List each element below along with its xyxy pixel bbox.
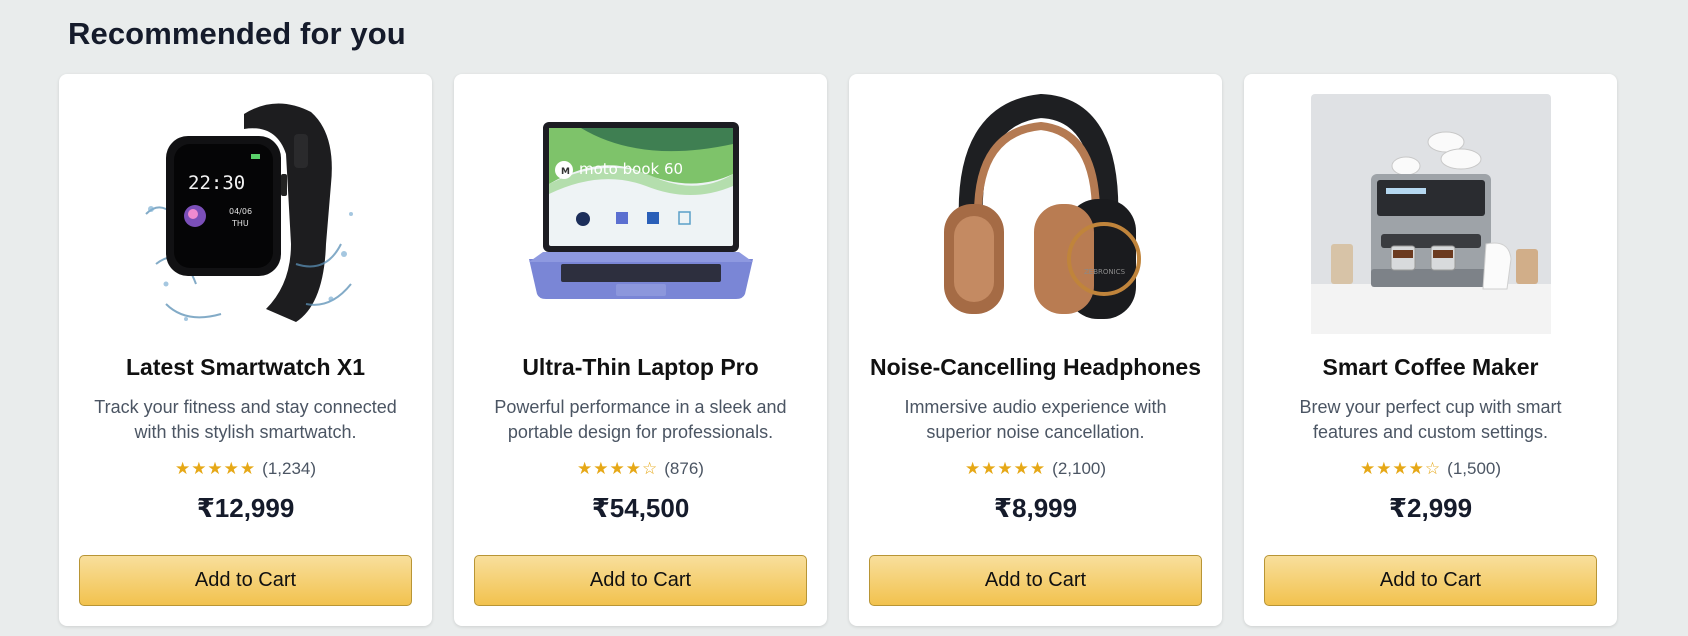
headphones-brand-text: ZEBRONICS (1084, 268, 1126, 276)
product-rating: ★★★★★ (2,100) (965, 459, 1106, 479)
product-description: Powerful performance in a sleek and port… (494, 397, 787, 442)
product-card: Smart Coffee Maker Brew your perfect cup… (1244, 74, 1617, 626)
section-title: Recommended for you (68, 16, 406, 51)
product-price: ₹8,999 (993, 493, 1078, 523)
add-to-cart-button[interactable]: Add to Cart (1264, 555, 1597, 606)
product-grid: 22:30 04/06 THU Latest Smartwatch X1 Tra… (59, 74, 1617, 626)
headphones-image[interactable]: ZEBRONICS (916, 94, 1156, 334)
review-count: (1,500) (1447, 459, 1502, 478)
laptop-image[interactable]: M moto book 60 (521, 94, 761, 334)
recommendations-section: Recommended for you 22:30 04/06 THU Late… (0, 0, 1688, 636)
watch-date-text: 04/06 (229, 207, 252, 216)
laptop-brand-text: moto book 60 (579, 160, 683, 178)
product-card: 22:30 04/06 THU Latest Smartwatch X1 Tra… (59, 74, 432, 626)
product-card: M moto book 60 Ultra-Thin Laptop Pro Pow… (454, 74, 827, 626)
product-title[interactable]: Noise-Cancelling Headphones (870, 354, 1201, 381)
product-rating: ★★★★☆ (876) (577, 459, 704, 479)
add-to-cart-button[interactable]: Add to Cart (79, 555, 412, 606)
star-rating-icon: ★★★★☆ (1359, 459, 1442, 478)
product-title[interactable]: Latest Smartwatch X1 (126, 354, 365, 381)
review-count: (2,100) (1052, 459, 1107, 478)
product-description: Immersive audio experience with superior… (904, 397, 1167, 442)
product-title[interactable]: Smart Coffee Maker (1322, 354, 1538, 381)
product-description: Brew your perfect cup with smart feature… (1299, 397, 1562, 442)
star-rating-icon: ★★★★★ (174, 459, 257, 478)
add-to-cart-button[interactable]: Add to Cart (474, 555, 807, 606)
product-rating: ★★★★★ (1,234) (175, 459, 316, 479)
product-title[interactable]: Ultra-Thin Laptop Pro (522, 354, 758, 381)
product-card: ZEBRONICS Noise-Cancelling Headphones Im… (849, 74, 1222, 626)
watch-time-text: 22:30 (188, 172, 245, 194)
product-description: Track your fitness and stay connected wi… (94, 397, 397, 442)
review-count: (1,234) (262, 459, 317, 478)
product-price: ₹54,500 (591, 493, 690, 523)
product-price: ₹2,999 (1388, 493, 1473, 523)
add-to-cart-button[interactable]: Add to Cart (869, 555, 1202, 606)
product-price: ₹12,999 (196, 493, 295, 523)
watch-day-text: THU (231, 219, 249, 228)
svg-text:M: M (561, 167, 570, 177)
coffee-maker-image[interactable] (1310, 94, 1551, 334)
star-rating-icon: ★★★★☆ (577, 459, 659, 478)
star-rating-icon: ★★★★★ (964, 459, 1047, 478)
review-count: (876) (664, 459, 704, 478)
product-rating: ★★★★☆ (1,500) (1360, 459, 1501, 479)
smartwatch-image[interactable]: 22:30 04/06 THU (126, 94, 366, 334)
